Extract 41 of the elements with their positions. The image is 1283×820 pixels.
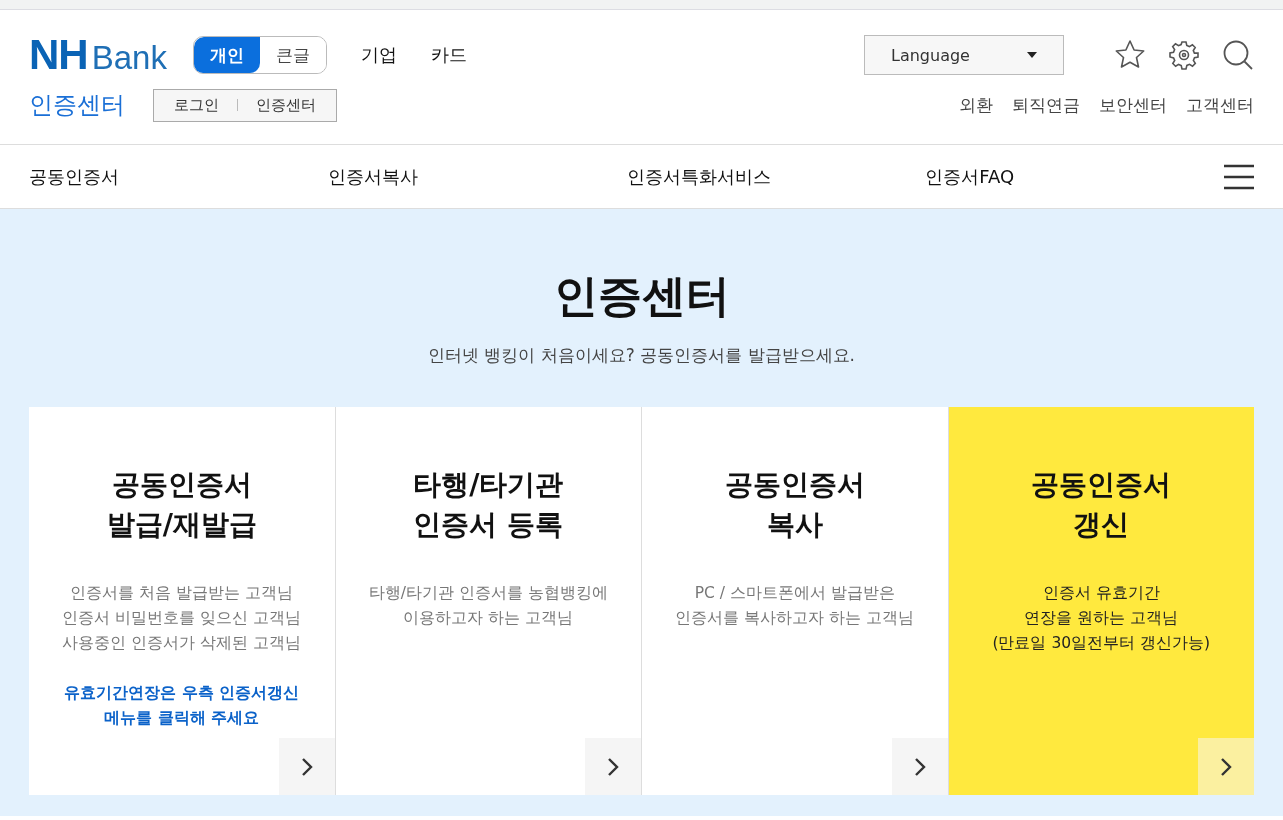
top-menu-link[interactable]: 기업 — [360, 43, 397, 67]
chevron-icon — [1220, 756, 1232, 777]
card-title: 타행/타기관 인증서 등록 — [412, 467, 565, 543]
nav-link[interactable]: 공동인증서 — [29, 165, 119, 187]
logo-wordmark[interactable]: Bank — [91, 39, 167, 77]
hero-subtitle: 인터넷 뱅킹이 처음이세요? 공동인증서를 발급받으세요. — [426, 344, 856, 367]
utility-link[interactable]: 보안센터 — [1099, 93, 1167, 117]
language-select[interactable]: Language — [864, 35, 1064, 75]
breadcrumb-link[interactable]: 로그인 — [174, 95, 219, 115]
chevron-icon — [913, 756, 926, 777]
service-card[interactable]: 공동인증서 발급/재발급 인증서를 처음 발급받는 고객님 인증서 비밀번호를 잊으신 고객님 사용중인 인증서가 삭제된 고객님 유효기간연장은 우측 인증서갱신 메뉴를 클릭해 주세요 — [29, 407, 336, 795]
chevron-icon — [300, 756, 313, 777]
card-title: 공동인증서 복사 — [723, 467, 866, 543]
utility-link[interactable]: 외환 — [959, 93, 993, 117]
card-description: 인증서를 처음 발급받는 고객님 인증서 비밀번호를 잊으신 고객님 사용중인 인증서가 삭제된 고객님 — [61, 583, 303, 654]
service-card[interactable]: 공동인증서 복사 PC / 스마트폰에서 발급받은 인증서를 복사하고자 하는 고객님 — [642, 407, 949, 795]
nav-link[interactable]: 인증서특화서비스 — [626, 165, 771, 187]
utility-link[interactable]: 고객센터 — [1186, 93, 1254, 117]
mode-tab[interactable]: 개인 — [193, 37, 260, 73]
card-description: 인증서 유효기간 연장을 원하는 고객님 (만료일 30일전부터 갱신가능) — [991, 583, 1212, 654]
card-description: 타행/타기관 인증서를 농협뱅킹에 이용하고자 하는 고객님 — [367, 583, 609, 629]
card-title: 공동인증서 갱신 — [1030, 467, 1173, 543]
utility-link[interactable]: 퇴직연금 — [1012, 93, 1080, 117]
logo-mark[interactable]: NH — [29, 31, 88, 79]
nav-link[interactable]: 인증서복사 — [327, 165, 418, 187]
nav-link[interactable]: 인증서FAQ — [925, 165, 1015, 187]
service-card[interactable]: 타행/타기관 인증서 등록 타행/타기관 인증서를 농협뱅킹에 이용하고자 하는 고객님 — [335, 407, 642, 795]
search-icon[interactable] — [1222, 39, 1254, 71]
card-description: PC / 스마트폰에서 발급받은 인증서를 복사하고자 하는 고객님 — [674, 583, 916, 629]
menu-icon[interactable] — [1224, 163, 1254, 190]
chevron-icon — [607, 756, 619, 777]
settings-icon[interactable] — [1168, 39, 1200, 71]
breadcrumb-link[interactable]: 인증센터 — [256, 95, 316, 115]
caret-icon — [1027, 52, 1037, 58]
section-title: 인증센터 — [29, 90, 125, 121]
hero-title: 인증센터 — [552, 269, 731, 323]
card-title: 공동인증서 발급/재발급 — [105, 467, 258, 543]
service-card[interactable]: 공동인증서 갱신 인증서 유효기간 연장을 원하는 고객님 (만료일 30일전부터 갱신가능) — [948, 407, 1254, 795]
top-menu-link[interactable]: 카드 — [430, 43, 467, 67]
star-icon[interactable] — [1114, 39, 1146, 71]
card-notice: 유효기간연장은 우측 인증서갱신 메뉴를 클릭해 주세요 — [63, 683, 301, 729]
